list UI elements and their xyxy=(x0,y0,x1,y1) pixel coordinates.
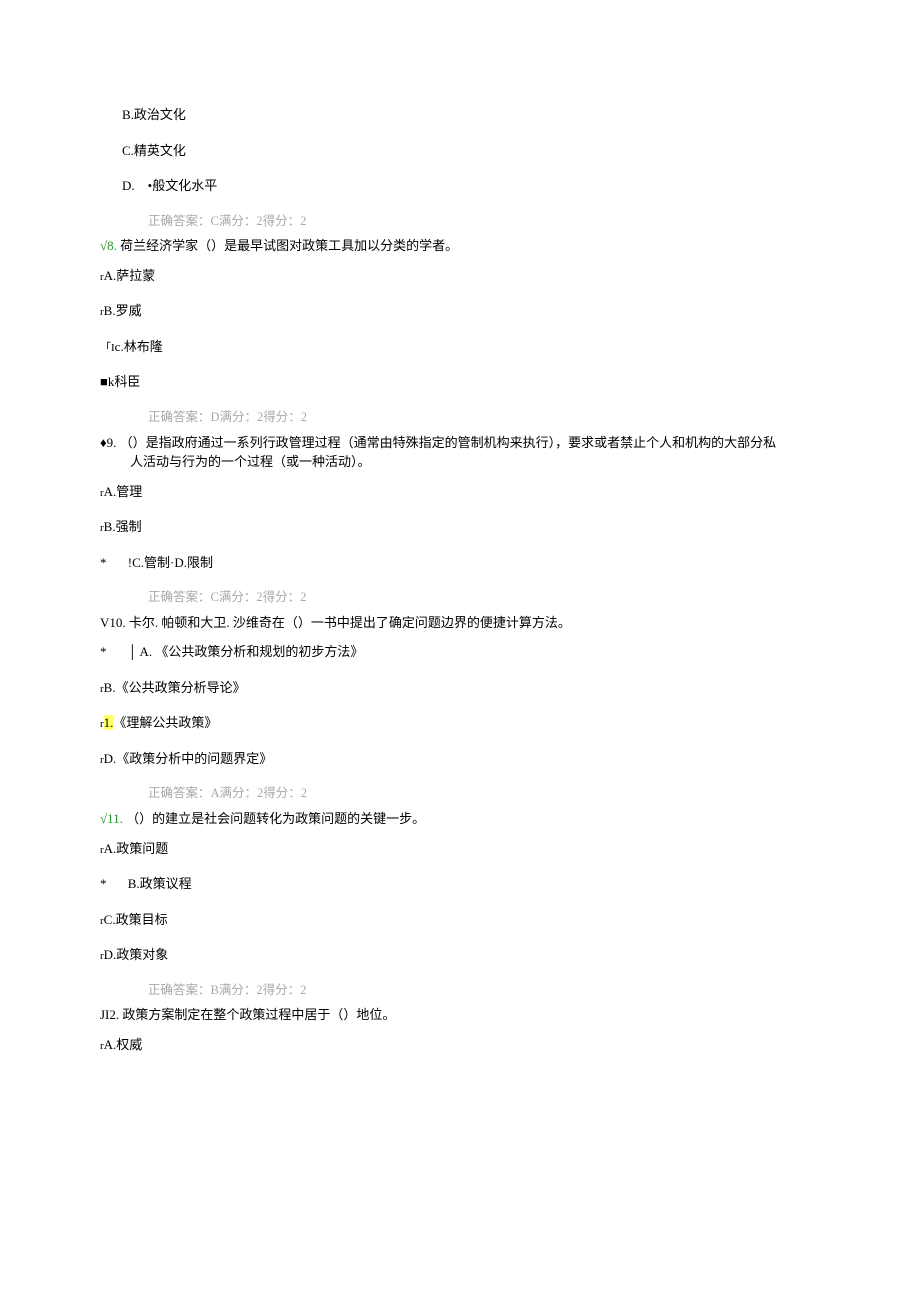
q9-option-cd-text: !C.管制·D.限制 xyxy=(128,555,213,570)
q11-option-a: rA.政策问题 xyxy=(100,839,820,859)
q10-option-d: rD.《政策分析中的问题界定》 xyxy=(100,749,820,769)
q7-option-b: B.政治文化 xyxy=(122,105,820,125)
q7-answer: 正确答案：C满分：2得分：2 xyxy=(148,212,820,231)
q9-option-a: rA.管理 xyxy=(100,482,820,502)
q8-option-c-text: c.林布隆 xyxy=(115,339,163,354)
q10-option-a-letter: A. xyxy=(140,644,153,659)
q9-number: ♦9. xyxy=(100,435,116,450)
q9-option-b: rB.强制 xyxy=(100,517,820,537)
document-page: B.政治文化 C.精英文化 D. •般文化水平 正确答案：C满分：2得分：2 √… xyxy=(0,0,920,1110)
q8-option-b: rB.罗威 xyxy=(100,301,820,321)
q7-option-d-letter: D. xyxy=(122,178,135,193)
q8-option-b-text: B.罗威 xyxy=(104,303,142,318)
q9-option-cd: * !C.管制·D.限制 xyxy=(100,553,820,573)
q11-option-c: rC.政策目标 xyxy=(100,910,820,930)
q10-option-b-text: B.《公共政策分析导论》 xyxy=(104,680,246,695)
q10-answer: 正确答案：A满分：2得分：2 xyxy=(148,784,820,803)
q8-answer: 正确答案：D满分：2得分：2 xyxy=(148,408,820,427)
q11-number: √11. xyxy=(100,811,123,826)
q11-option-b: * B.政策议程 xyxy=(100,874,820,894)
star-marker: * xyxy=(100,876,107,891)
q10-option-c: r1.《理解公共政策》 xyxy=(100,713,820,733)
q11-option-a-text: A.政策问题 xyxy=(104,841,169,856)
q11-stem: √11. （）的建立是社会问题转化为政策问题的关键一步。 xyxy=(100,809,820,829)
prefix: 「I xyxy=(100,342,115,354)
q10-option-a-text: 《公共政策分析和规划的初步方法》 xyxy=(155,644,363,659)
q11-option-b-text: B.政策议程 xyxy=(128,876,192,891)
q12-stem-text: 政策方案制定在整个政策过程中居于（）地位。 xyxy=(122,1007,395,1022)
q12-option-a: rA.权威 xyxy=(100,1035,820,1055)
q12-number: JI2. xyxy=(100,1007,119,1022)
q9-option-a-text: A.管理 xyxy=(104,484,143,499)
q8-stem-text: 荷兰经济学家（）是最早试图对政策工具加以分类的学者。 xyxy=(120,238,458,253)
q8-option-c: 「Ic.林布隆 xyxy=(100,337,820,357)
star-marker: * xyxy=(100,555,107,570)
q8-number: √8. xyxy=(100,238,117,253)
q8-stem: √8. 荷兰经济学家（）是最早试图对政策工具加以分类的学者。 xyxy=(100,236,820,256)
q9-option-b-text: B.强制 xyxy=(104,519,142,534)
star-marker: * xyxy=(100,644,107,659)
q8-option-a-text: A.萨拉蒙 xyxy=(104,268,156,283)
q12-option-a-text: A.权威 xyxy=(104,1037,143,1052)
q10-option-d-text: D.《政策分析中的问题界定》 xyxy=(104,751,273,766)
q10-option-b: rB.《公共政策分析导论》 xyxy=(100,678,820,698)
q10-stem: V10. 卡尔. 帕顿和大卫. 沙维奇在（）一书中提出了确定问题边界的便捷计算方… xyxy=(100,613,820,633)
q11-stem-text: （）的建立是社会问题转化为政策问题的关键一步。 xyxy=(126,811,425,826)
q9-stem-text-1: （）是指政府通过一系列行政管理过程（通常由特殊指定的管制机构来执行），要求或者禁… xyxy=(120,435,777,450)
q11-option-c-text: C.政策目标 xyxy=(104,912,168,927)
q7-option-c: C.精英文化 xyxy=(122,141,820,161)
bar-marker: │ xyxy=(128,644,137,659)
q10-number: V10. xyxy=(100,615,126,630)
q8-option-d-text: 科臣 xyxy=(114,374,140,389)
q11-option-d: rD.政策对象 xyxy=(100,945,820,965)
q11-answer: 正确答案：B满分：2得分：2 xyxy=(148,981,820,1000)
q10-option-a: * │ A. 《公共政策分析和规划的初步方法》 xyxy=(100,642,820,662)
q10-option-c-text: 《理解公共政策》 xyxy=(113,715,217,730)
q8-option-a: rA.萨拉蒙 xyxy=(100,266,820,286)
q9-answer: 正确答案：C满分：2得分：2 xyxy=(148,588,820,607)
q10-stem-text: 卡尔. 帕顿和大卫. 沙维奇在（）一书中提出了确定问题边界的便捷计算方法。 xyxy=(129,615,571,630)
q11-option-d-text: D.政策对象 xyxy=(104,947,169,962)
q12-stem: JI2. 政策方案制定在整个政策过程中居于（）地位。 xyxy=(100,1005,820,1025)
q7-option-d-text: •般文化水平 xyxy=(148,178,218,193)
q9-stem: ♦9. （）是指政府通过一系列行政管理过程（通常由特殊指定的管制机构来执行），要… xyxy=(100,433,820,472)
q8-option-d: ■k科臣 xyxy=(100,372,820,392)
q9-stem-text-2: 人活动与行为的一个过程（或一种活动）。 xyxy=(130,452,820,472)
q7-option-d: D. •般文化水平 xyxy=(122,176,820,196)
prefix: ■k xyxy=(100,374,114,389)
highlight: 1. xyxy=(104,715,114,730)
